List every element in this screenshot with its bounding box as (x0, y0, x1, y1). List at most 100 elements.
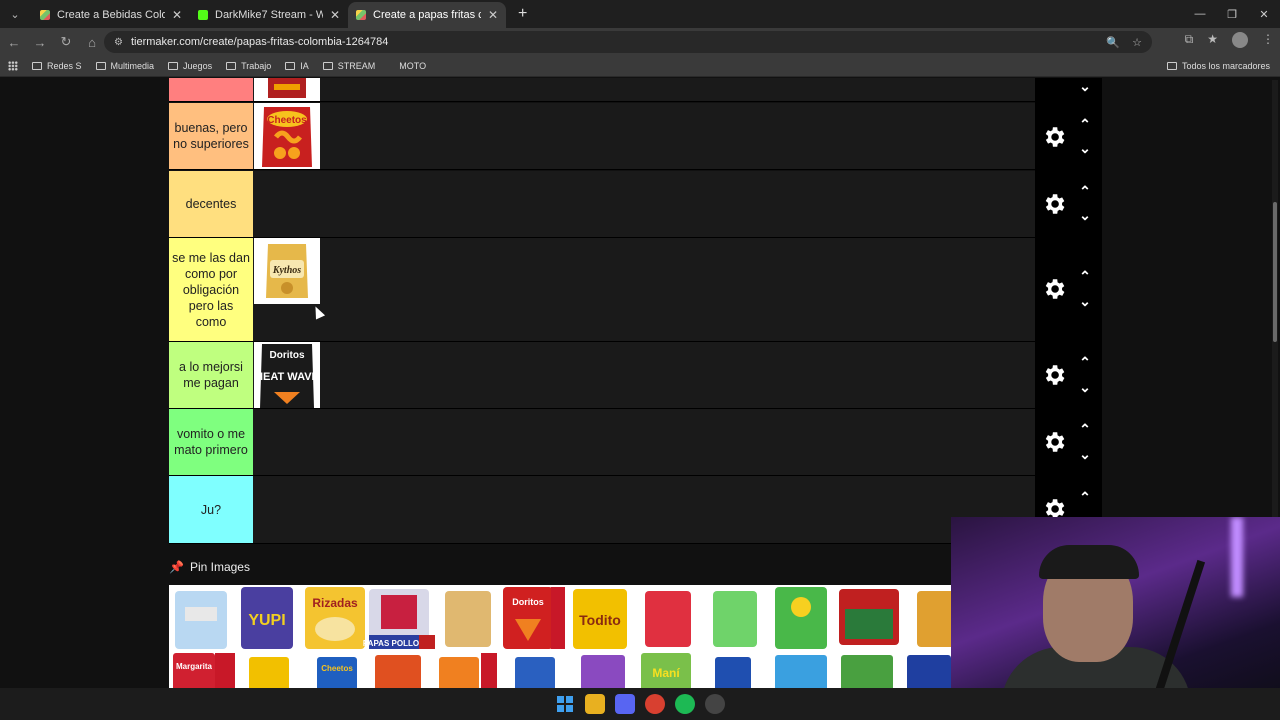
pool-item-lays[interactable] (775, 587, 827, 649)
file-explorer-icon[interactable] (585, 694, 605, 714)
bookmark-moto[interactable]: MOTO (399, 61, 426, 71)
pool-item-natuchips[interactable] (445, 591, 491, 647)
move-up-icon[interactable]: ⌃ (1077, 355, 1093, 369)
pool-item-cheetos-blue[interactable]: Cheetos (317, 657, 357, 688)
pool-item-rizadas-limon[interactable] (713, 591, 757, 647)
pool-item-rizadas[interactable]: Rizadas (305, 587, 365, 649)
bookmark-folder[interactable]: Juegos (168, 61, 212, 71)
close-tab-icon[interactable]: ✕ (488, 8, 498, 22)
pool-item-cheese-tris[interactable] (375, 655, 421, 688)
discord-icon[interactable] (615, 694, 635, 714)
tier-label[interactable] (169, 78, 253, 101)
tier-item-cheetos-red[interactable] (254, 78, 320, 101)
tier-label[interactable]: decentes (169, 171, 253, 237)
bookmark-folder[interactable]: Trabajo (226, 61, 271, 71)
bookmark-star-icon[interactable]: ☆ (1132, 36, 1142, 49)
move-down-icon[interactable]: ⌄ (1077, 141, 1093, 155)
move-up-icon[interactable]: ⌃ (1077, 184, 1093, 198)
obs-icon[interactable] (705, 694, 725, 714)
pool-item-jacks[interactable] (839, 589, 899, 645)
tab-title: Create a Bebidas Colombia - N (57, 9, 165, 21)
close-tab-icon[interactable]: ✕ (172, 8, 182, 22)
heatwave-text: HEAT WAVE (255, 371, 319, 383)
tab-darkmike[interactable]: DarkMike7 Stream - Watch Live ✕ (190, 2, 348, 28)
move-up-icon[interactable]: ⌃ (1077, 490, 1093, 504)
move-down-icon[interactable]: ⌄ (1077, 208, 1093, 222)
move-up-icon[interactable]: ⌃ (1077, 269, 1093, 283)
move-up-icon[interactable]: ⌃ (1077, 117, 1093, 131)
back-icon[interactable]: ← (2, 30, 26, 54)
tab-bebidas[interactable]: Create a Bebidas Colombia - N ✕ (32, 2, 190, 28)
pool-item-yupis[interactable]: YUPI (241, 587, 293, 649)
gear-icon[interactable] (1041, 362, 1067, 388)
pool-item-chokis[interactable] (439, 653, 497, 688)
gear-icon[interactable] (1041, 191, 1067, 217)
bookmark-label: MOTO (399, 61, 427, 71)
windows-start-icon[interactable] (555, 694, 575, 714)
pin-images-header[interactable]: 📌 Pin Images (169, 560, 250, 574)
pool-item-cheetos-small[interactable] (249, 657, 289, 688)
profile-avatar[interactable] (1232, 32, 1248, 48)
zoom-icon[interactable]: 🔍 (1106, 36, 1120, 49)
bookmark-folder[interactable]: Redes S (32, 61, 82, 71)
menu-icon[interactable]: ⋮ (1262, 32, 1274, 48)
move-down-icon[interactable]: ⌄ (1077, 380, 1093, 394)
pool-item-purple[interactable] (581, 655, 625, 688)
minimize-icon[interactable]: — (1184, 0, 1216, 28)
tier-label[interactable]: se me las dan como por obligación pero l… (169, 238, 253, 341)
pool-item-rizadas-roja[interactable] (645, 591, 691, 647)
tier-label[interactable]: Ju? (169, 476, 253, 543)
scrollbar-thumb[interactable] (1273, 202, 1277, 342)
home-icon[interactable]: ⌂ (80, 30, 104, 54)
close-window-icon[interactable]: ✕ (1248, 0, 1280, 28)
pool-item-todito-green[interactable] (841, 655, 893, 688)
tier-item-kythos[interactable]: Kythos (254, 238, 320, 304)
pool-item-todito-blue[interactable] (775, 655, 827, 688)
gear-icon[interactable] (1041, 276, 1067, 302)
all-bookmarks-folder[interactable]: Todos los marcadores (1166, 61, 1270, 71)
tier-label[interactable]: vomito o me mato primero (169, 409, 253, 475)
close-tab-icon[interactable]: ✕ (330, 8, 340, 22)
bookmarks-icon[interactable]: ★ (1207, 32, 1218, 48)
spotify-icon[interactable] (675, 694, 695, 714)
pool-item-de-todito[interactable]: Todito (573, 589, 627, 649)
gear-icon[interactable] (1041, 429, 1067, 455)
tiermaker-icon (40, 10, 50, 20)
folder-icon (1166, 62, 1177, 70)
tier-item-cheetos[interactable]: Cheetos (254, 103, 320, 169)
move-down-icon[interactable]: ⌄ (1077, 79, 1093, 93)
url-input[interactable]: ⚙ tiermaker.com/create/papas-fritas-colo… (104, 31, 1152, 53)
pool-item-papas-pollo[interactable]: PAPAS POLLO (363, 589, 435, 649)
pool-item-mani-moto[interactable]: Maní (641, 653, 691, 688)
tier-label[interactable]: a lo mejorsi me pagan (169, 342, 253, 408)
tab-search-icon[interactable]: ⌄ (4, 3, 26, 25)
new-tab-button[interactable]: + (518, 5, 527, 23)
bookmark-folder[interactable]: STREAM (322, 61, 375, 71)
person-cap (1039, 545, 1139, 579)
tier-controls: ⌄ ⌃ ⌄ ⌃ ⌄ ⌃ ⌄ ⌃ ⌄ ⌃ ⌄ ⌃ (1035, 78, 1102, 519)
pool-item-doritos-blue[interactable] (907, 655, 951, 688)
pool-item-extra[interactable] (917, 591, 951, 647)
svg-text:YUPI: YUPI (248, 612, 285, 629)
move-up-icon[interactable]: ⌃ (1077, 422, 1093, 436)
tier-label[interactable]: buenas, pero no superiores (169, 103, 253, 169)
pool-item-margarita[interactable]: Margarita (173, 653, 235, 688)
restore-icon[interactable]: ❐ (1216, 0, 1248, 28)
gear-icon[interactable] (1041, 124, 1067, 150)
site-info-icon[interactable]: ⚙ (114, 37, 123, 48)
move-down-icon[interactable]: ⌄ (1077, 294, 1093, 308)
tab-papas-fritas[interactable]: Create a papas fritas colombia ✕ (348, 2, 506, 28)
extensions-icon[interactable]: ⧉ (1185, 32, 1194, 48)
reload-icon[interactable]: ↻ (54, 30, 78, 54)
pool-item-margarita-blue[interactable] (175, 591, 227, 649)
pool-item-margarita-small[interactable] (715, 657, 751, 688)
pool-item-rizadas-azul[interactable] (515, 657, 555, 688)
pool-item-doritos[interactable]: Doritos (503, 587, 565, 649)
forward-icon[interactable]: → (28, 30, 52, 54)
apps-grid-icon[interactable] (8, 61, 18, 71)
move-down-icon[interactable]: ⌄ (1077, 447, 1093, 461)
tier-item-doritos-heatwave[interactable]: Doritos HEAT WAVE (254, 342, 320, 408)
chrome-icon[interactable] (645, 694, 665, 714)
bookmark-folder[interactable]: IA (285, 61, 309, 71)
bookmark-folder[interactable]: Multimedia (95, 61, 154, 71)
